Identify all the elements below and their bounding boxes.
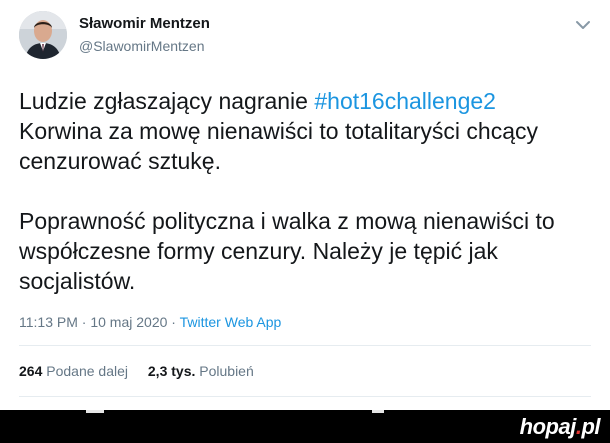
tweet-text-part: Ludzie zgłaszający nagranie bbox=[19, 88, 315, 114]
meta-separator: · bbox=[77, 314, 91, 330]
user-avatar-icon bbox=[19, 11, 67, 59]
watermark-tld: pl bbox=[581, 414, 600, 439]
divider bbox=[19, 345, 591, 346]
retweets-stat[interactable]: 264 Podane dalej bbox=[19, 361, 128, 381]
meta-separator: · bbox=[167, 314, 180, 330]
retweets-label: Podane dalej bbox=[46, 363, 128, 379]
author-block: Sławomir Mentzen @SlawomirMentzen bbox=[79, 14, 210, 56]
tweet-paragraph-2: Poprawność polityczna i walka z mową nie… bbox=[19, 208, 555, 294]
tweet-paragraph-1: Ludzie zgłaszający nagranie #hot16challe… bbox=[19, 86, 579, 176]
author-handle[interactable]: @SlawomirMentzen bbox=[79, 36, 210, 56]
chevron-down-icon[interactable] bbox=[574, 16, 592, 34]
tweet-text: Ludzie zgłaszający nagranie #hot16challe… bbox=[19, 86, 579, 296]
likes-count: 2,3 tys. bbox=[147, 363, 196, 379]
watermark-text: hopaj bbox=[519, 414, 577, 439]
site-watermark: hopaj.pl bbox=[519, 414, 601, 440]
retweets-count: 264 bbox=[19, 363, 43, 379]
author-display-name[interactable]: Sławomir Mentzen bbox=[79, 14, 210, 34]
hashtag-link[interactable]: #hot16challenge2 bbox=[314, 88, 496, 114]
likes-label: Polubień bbox=[199, 363, 254, 379]
likes-stat[interactable]: 2,3 tys. Polubień bbox=[148, 361, 254, 381]
cropped-glyph bbox=[372, 410, 384, 413]
author-avatar[interactable] bbox=[19, 11, 67, 59]
watermark-bar bbox=[0, 410, 610, 443]
tweet-text-part: Korwina za mowę nienawiści to totalitary… bbox=[19, 118, 538, 174]
tweet-source-link[interactable]: Twitter Web App bbox=[180, 314, 282, 330]
tweet-date[interactable]: 10 maj 2020 bbox=[90, 314, 167, 330]
tweet-stats: 264 Podane dalej 2,3 tys. Polubień bbox=[19, 361, 270, 381]
tweet-time[interactable]: 11:13 PM bbox=[19, 314, 78, 330]
tweet-card: Sławomir Mentzen @SlawomirMentzen Ludzie… bbox=[0, 0, 610, 410]
cropped-glyph bbox=[86, 410, 104, 413]
divider bbox=[19, 396, 591, 397]
tweet-meta: 11:13 PM · 10 maj 2020 · Twitter Web App bbox=[19, 312, 281, 332]
